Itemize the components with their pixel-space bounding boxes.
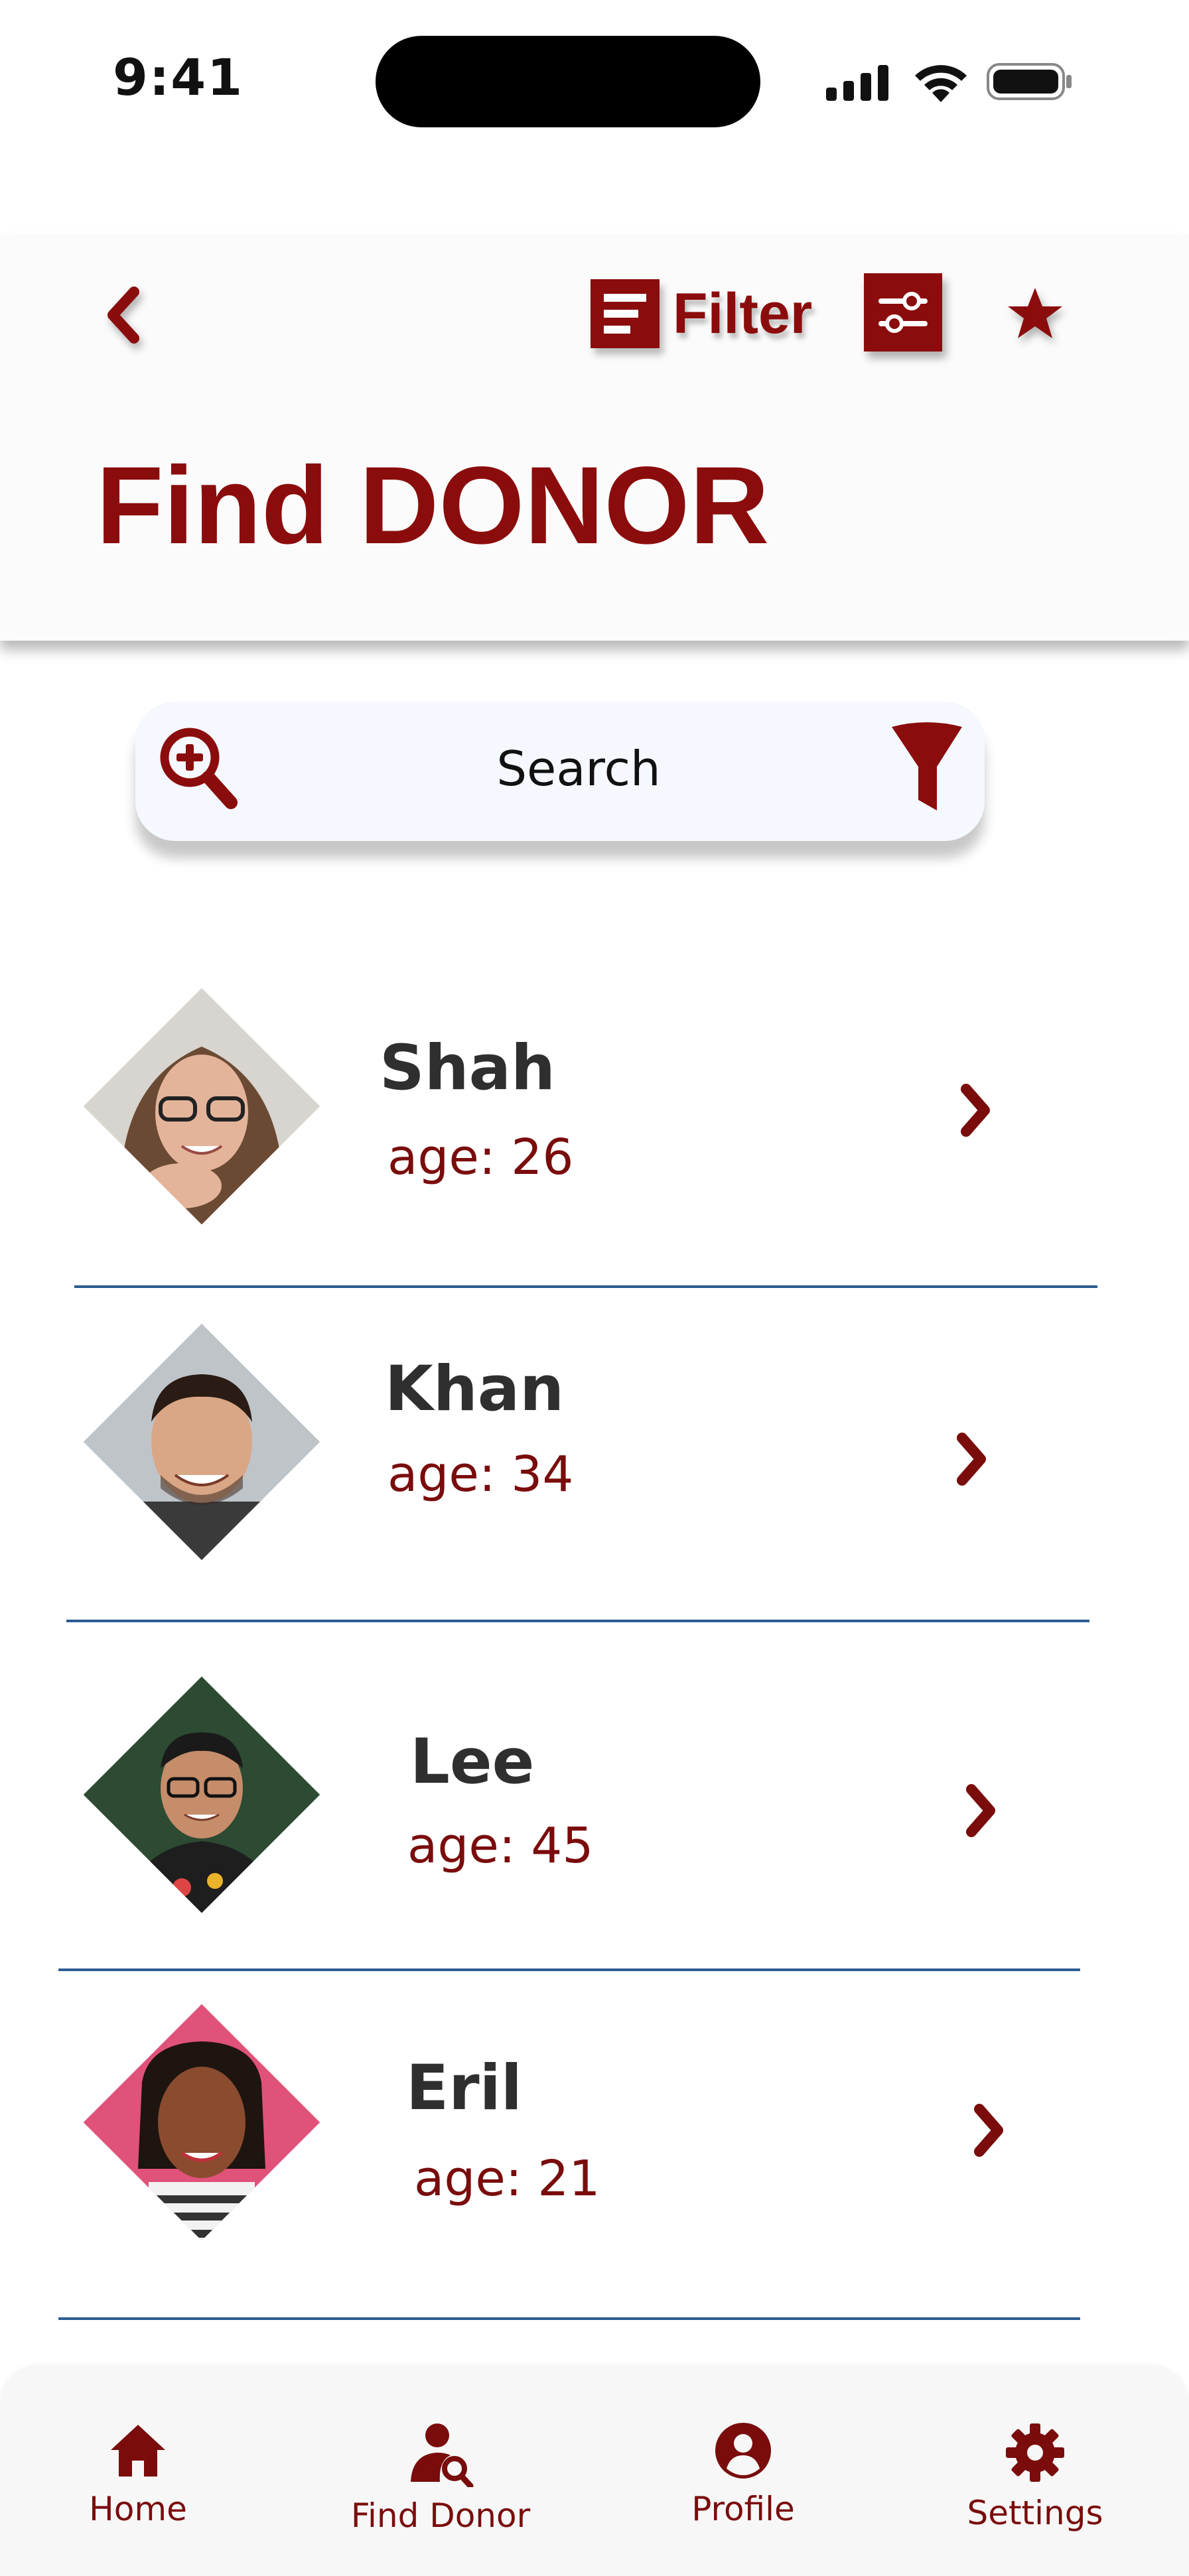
chevron-right-icon xyxy=(961,1084,990,1137)
back-button[interactable] xyxy=(100,279,146,352)
sliders-icon xyxy=(878,292,928,333)
signal-icon xyxy=(826,65,888,101)
nav-label: Find Donor xyxy=(350,2496,531,2535)
donor-row-eril[interactable]: Eril age: 21 xyxy=(0,1996,1189,2320)
wifi-icon xyxy=(915,65,967,102)
donor-age: age: 26 xyxy=(387,1129,574,1186)
dynamic-island xyxy=(376,36,760,127)
zoom-in-search-icon[interactable] xyxy=(157,722,240,814)
chevron-right-icon xyxy=(957,1433,986,1486)
nav-label: Settings xyxy=(967,2494,1103,2532)
donor-row-lee[interactable]: Lee age: 45 xyxy=(0,1670,1189,1971)
donor-avatar xyxy=(83,2004,320,2241)
filter-button[interactable]: Filter xyxy=(591,277,812,350)
nav-label: Home xyxy=(89,2490,187,2528)
status-time: 9:41 xyxy=(113,48,244,107)
donor-avatar xyxy=(83,1676,320,1913)
nav-item-profile[interactable]: Profile xyxy=(644,2421,843,2553)
donor-name: Eril xyxy=(406,2052,523,2124)
donor-row-shah[interactable]: Shah age: 26 xyxy=(0,982,1189,1288)
chevron-left-icon xyxy=(107,287,139,344)
donor-age: age: 21 xyxy=(414,2150,600,2207)
search-input[interactable] xyxy=(345,728,812,809)
nav-item-settings[interactable]: Settings xyxy=(936,2421,1135,2553)
nav-label: Profile xyxy=(691,2490,795,2528)
find-donor-icon xyxy=(411,2423,474,2487)
nav-item-find-donor[interactable]: Find Donor xyxy=(341,2421,540,2553)
profile-icon xyxy=(715,2423,771,2479)
row-divider xyxy=(66,1620,1089,1622)
donor-age: age: 45 xyxy=(407,1817,594,1874)
filter-lines-icon xyxy=(591,279,660,348)
row-divider xyxy=(74,1285,1097,1288)
funnel-filter-icon[interactable] xyxy=(889,720,965,816)
home-icon xyxy=(111,2425,165,2477)
donor-avatar xyxy=(83,1323,320,1561)
page-title: Find DONOR xyxy=(96,444,770,567)
donor-name: Lee xyxy=(410,1726,535,1798)
favorite-button[interactable] xyxy=(1005,284,1065,344)
donor-age: age: 34 xyxy=(387,1446,574,1503)
nav-item-home[interactable]: Home xyxy=(38,2421,238,2553)
gear-icon xyxy=(1006,2423,1064,2482)
donor-row-khan[interactable]: Khan age: 34 xyxy=(0,1317,1189,1622)
battery-icon xyxy=(987,63,1072,100)
row-divider xyxy=(58,1968,1080,1971)
donor-name: Khan xyxy=(385,1353,565,1425)
filter-label: Filter xyxy=(673,281,813,346)
sliders-button[interactable] xyxy=(864,273,942,352)
star-icon xyxy=(1008,288,1062,338)
donor-name: Shah xyxy=(380,1032,555,1104)
chevron-right-icon xyxy=(974,2104,1003,2157)
row-divider xyxy=(58,2317,1080,2320)
chevron-right-icon xyxy=(966,1784,995,1837)
donor-avatar xyxy=(83,988,320,1225)
